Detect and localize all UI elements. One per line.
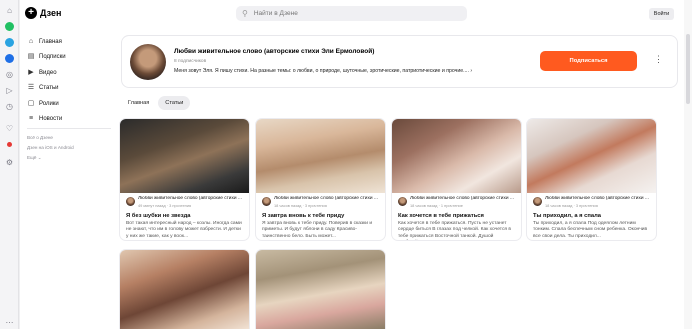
- card-snippet: Вот такая интересный народ – козлы. Иног…: [126, 221, 242, 239]
- card-stats: 18 часов назад · 1 прочтение: [410, 203, 463, 208]
- logo[interactable]: + Дзен: [25, 7, 61, 19]
- article-card[interactable]: Любви живительное слово (авторские стихи…: [256, 119, 385, 240]
- dzen-app: + Дзен ⚲ Войти ⌂ Главная ▤ Подписки ▶ Ви…: [20, 0, 684, 329]
- nav-item-news[interactable]: ≡ Новости: [27, 112, 115, 128]
- avatar: [262, 197, 271, 206]
- nav-label: Подписки: [39, 54, 66, 61]
- nav-item-home[interactable]: ⌂ Главная: [27, 34, 115, 50]
- news-icon: ≡: [28, 115, 34, 123]
- nav-item-shorts[interactable]: ▢ Ролики: [27, 96, 115, 112]
- channel-title[interactable]: Любви живительное слово (авторские стихи…: [174, 48, 374, 55]
- heart-icon[interactable]: ♡: [4, 124, 15, 134]
- browser-sidebar: ⌂ ◎ ▷ ◷ ♡ ⚙ ⋯: [0, 0, 19, 329]
- card-meta: Любви живительное слово (авторские стихи…: [527, 193, 656, 211]
- video-icon: ▶: [28, 68, 34, 76]
- nav-label: Главная: [39, 38, 62, 45]
- article-image: [120, 119, 249, 193]
- more-vertical-icon[interactable]: ⋮: [654, 55, 663, 64]
- left-nav: ⌂ Главная ▤ Подписки ▶ Видео ☰ Статьи ▢ …: [27, 34, 115, 127]
- article-card[interactable]: [120, 250, 249, 329]
- article-image: [256, 119, 385, 193]
- article-image: [256, 250, 385, 329]
- home-icon: ⌂: [28, 37, 34, 45]
- avatar: [533, 197, 542, 206]
- subscriptions-icon: ▤: [27, 53, 35, 61]
- search-input[interactable]: [253, 10, 434, 17]
- nav-label: Статьи: [39, 85, 59, 92]
- card-channel-name[interactable]: Любви живительное слово (авторские стихи…: [545, 196, 649, 201]
- card-meta: Любви живительное слово (авторские стихи…: [256, 193, 385, 211]
- article-image: [392, 119, 521, 193]
- scrollbar[interactable]: [684, 0, 692, 329]
- card-snippet: Я завтра вновь к тебе приду. Поверив в с…: [262, 221, 373, 239]
- tab-main[interactable]: Главная: [121, 96, 156, 110]
- logo-text: Дзен: [40, 8, 62, 18]
- card-title: Я завтра вновь к тебе приду: [262, 213, 345, 219]
- nav-item-articles[interactable]: ☰ Статьи: [27, 81, 115, 97]
- search-icon: ⚲: [242, 9, 248, 18]
- telegram-icon[interactable]: [5, 38, 14, 47]
- chevron-down-icon: ⌄: [37, 155, 42, 160]
- card-meta: Любви живительное слово (авторские стихи…: [120, 193, 249, 211]
- nav-divider: [27, 128, 111, 129]
- channel-avatar[interactable]: [130, 44, 166, 80]
- article-card[interactable]: Любви живительное слово (авторские стихи…: [120, 119, 249, 240]
- card-snippet: Ты приходил, а я спала Под одеялом летни…: [533, 221, 648, 239]
- tab-articles[interactable]: Статьи: [158, 96, 191, 110]
- article-card[interactable]: [256, 250, 385, 329]
- card-title: Я без шубки не звезда: [126, 213, 191, 219]
- dzen-logo-icon: +: [25, 7, 37, 19]
- article-card[interactable]: Любви живительное слово (авторские стихи…: [527, 119, 656, 240]
- nav-footer: Всё о Дзене Дзен на iOS и Android Ещё ⌄: [27, 133, 74, 163]
- messenger-icon[interactable]: [5, 54, 14, 63]
- avatar: [398, 197, 407, 206]
- avatar: [126, 197, 135, 206]
- home-icon[interactable]: ⌂: [4, 6, 15, 16]
- apps-link[interactable]: Дзен на iOS и Android: [27, 143, 74, 153]
- card-channel-name[interactable]: Любви живительное слово (авторские стихи…: [410, 196, 514, 201]
- more-icon[interactable]: ⋯: [4, 318, 15, 328]
- card-meta: Любви живительное слово (авторские стихи…: [392, 193, 521, 211]
- card-title: Ты приходил, а я спала: [533, 213, 602, 219]
- subscriber-count: 8 подписчиков: [174, 59, 207, 64]
- about-link[interactable]: Всё о Дзене: [27, 133, 74, 143]
- card-stats: 18 часов назад · 3 прочтения: [545, 203, 598, 208]
- card-snippet: Как хочется в тебе прижаться. Пусть не у…: [398, 221, 512, 239]
- card-title: Как хочется в тебе прижаться: [398, 213, 484, 219]
- card-channel-name[interactable]: Любви живительное слово (авторские стихи…: [138, 196, 242, 201]
- settings-icon[interactable]: ⚙: [4, 158, 15, 168]
- whatsapp-icon[interactable]: [5, 22, 14, 31]
- article-image: [120, 250, 249, 329]
- more-link[interactable]: Ещё ⌄: [27, 153, 74, 163]
- card-stats: 49 минут назад · 3 прочтения: [138, 203, 192, 208]
- articles-icon: ☰: [27, 84, 35, 92]
- shorts-icon: ▢: [27, 99, 35, 107]
- chevron-right-icon: ›: [470, 68, 473, 74]
- nav-item-video[interactable]: ▶ Видео: [27, 65, 115, 81]
- channel-description[interactable]: Меня зовут Эля. Я пишу стихи. На разные …: [174, 68, 472, 74]
- channel-header: Любви живительное слово (авторские стихи…: [121, 35, 678, 88]
- nav-label: Новости: [39, 116, 63, 123]
- login-button[interactable]: Войти: [649, 8, 674, 20]
- search-box[interactable]: ⚲: [236, 6, 467, 21]
- nav-item-subscriptions[interactable]: ▤ Подписки: [27, 50, 115, 66]
- subscribe-button[interactable]: Подписаться: [540, 51, 637, 71]
- clock-icon[interactable]: ◷: [4, 102, 15, 112]
- article-card[interactable]: Любви живительное слово (авторские стихи…: [392, 119, 521, 240]
- circle-icon[interactable]: ◎: [4, 70, 15, 80]
- channel-tabs: Главная Статьи: [121, 96, 192, 110]
- notification-icon[interactable]: [7, 142, 12, 147]
- card-channel-name[interactable]: Любви живительное слово (авторские стихи…: [274, 196, 378, 201]
- card-stats: 18 часов назад · 3 прочтения: [274, 203, 327, 208]
- scrollbar-thumb[interactable]: [686, 34, 690, 104]
- nav-label: Видео: [39, 69, 57, 76]
- play-icon[interactable]: ▷: [4, 86, 15, 96]
- nav-label: Ролики: [39, 100, 59, 107]
- article-image: [527, 119, 656, 193]
